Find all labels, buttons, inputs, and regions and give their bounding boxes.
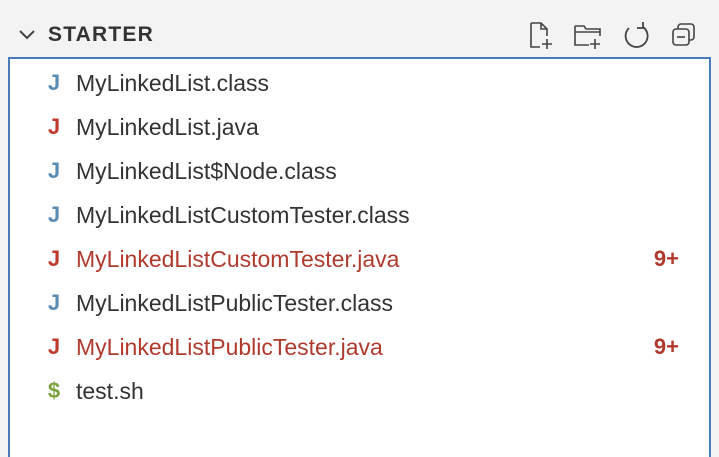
- section-header[interactable]: STARTER: [0, 8, 719, 56]
- file-row[interactable]: J MyLinkedListCustomTester.java 9+: [10, 237, 709, 281]
- file-row[interactable]: J MyLinkedListPublicTester.class: [10, 281, 709, 325]
- file-row[interactable]: J MyLinkedList.java: [10, 105, 709, 149]
- shell-file-icon: $: [47, 378, 61, 403]
- file-name: MyLinkedList$Node.class: [76, 158, 337, 184]
- new-file-icon: [530, 22, 552, 49]
- file-name: MyLinkedList.class: [76, 70, 270, 96]
- file-row[interactable]: J MyLinkedListCustomTester.class: [10, 193, 709, 237]
- java-file-icon: J: [47, 70, 61, 95]
- file-name: test.sh: [76, 378, 144, 404]
- collapse-all-button[interactable]: [667, 18, 701, 52]
- collapse-all-icon: [672, 23, 695, 46]
- java-file-icon: J: [47, 114, 61, 139]
- file-name: MyLinkedList.java: [76, 114, 259, 140]
- java-file-icon: J: [47, 158, 61, 183]
- file-row[interactable]: J MyLinkedListPublicTester.java 9+: [10, 325, 709, 369]
- file-row[interactable]: $ test.sh: [10, 369, 709, 413]
- file-name: MyLinkedListPublicTester.java: [76, 334, 383, 360]
- java-file-icon: J: [47, 290, 61, 315]
- problem-badge: 9+: [653, 246, 679, 271]
- chevron-down-icon[interactable]: [16, 24, 38, 46]
- file-row[interactable]: J MyLinkedList$Node.class: [10, 149, 709, 193]
- problem-badge: 9+: [653, 334, 679, 359]
- new-file-button[interactable]: [523, 18, 557, 52]
- section-actions: [523, 18, 701, 52]
- file-name: MyLinkedListPublicTester.class: [76, 290, 394, 316]
- java-file-icon: J: [47, 202, 61, 227]
- top-strip: [0, 0, 719, 8]
- file-row[interactable]: J MyLinkedList.class: [10, 61, 709, 105]
- new-folder-button[interactable]: [571, 18, 605, 52]
- java-file-icon: J: [47, 334, 61, 359]
- section-title: STARTER: [48, 23, 155, 46]
- refresh-icon: [624, 22, 649, 48]
- file-name: MyLinkedListCustomTester.java: [76, 246, 400, 272]
- file-name: MyLinkedListCustomTester.class: [76, 202, 410, 228]
- java-file-icon: J: [47, 246, 61, 271]
- refresh-button[interactable]: [619, 18, 653, 52]
- file-tree[interactable]: J MyLinkedList.class J MyLinkedList.java…: [8, 57, 711, 457]
- new-folder-icon: [574, 25, 601, 49]
